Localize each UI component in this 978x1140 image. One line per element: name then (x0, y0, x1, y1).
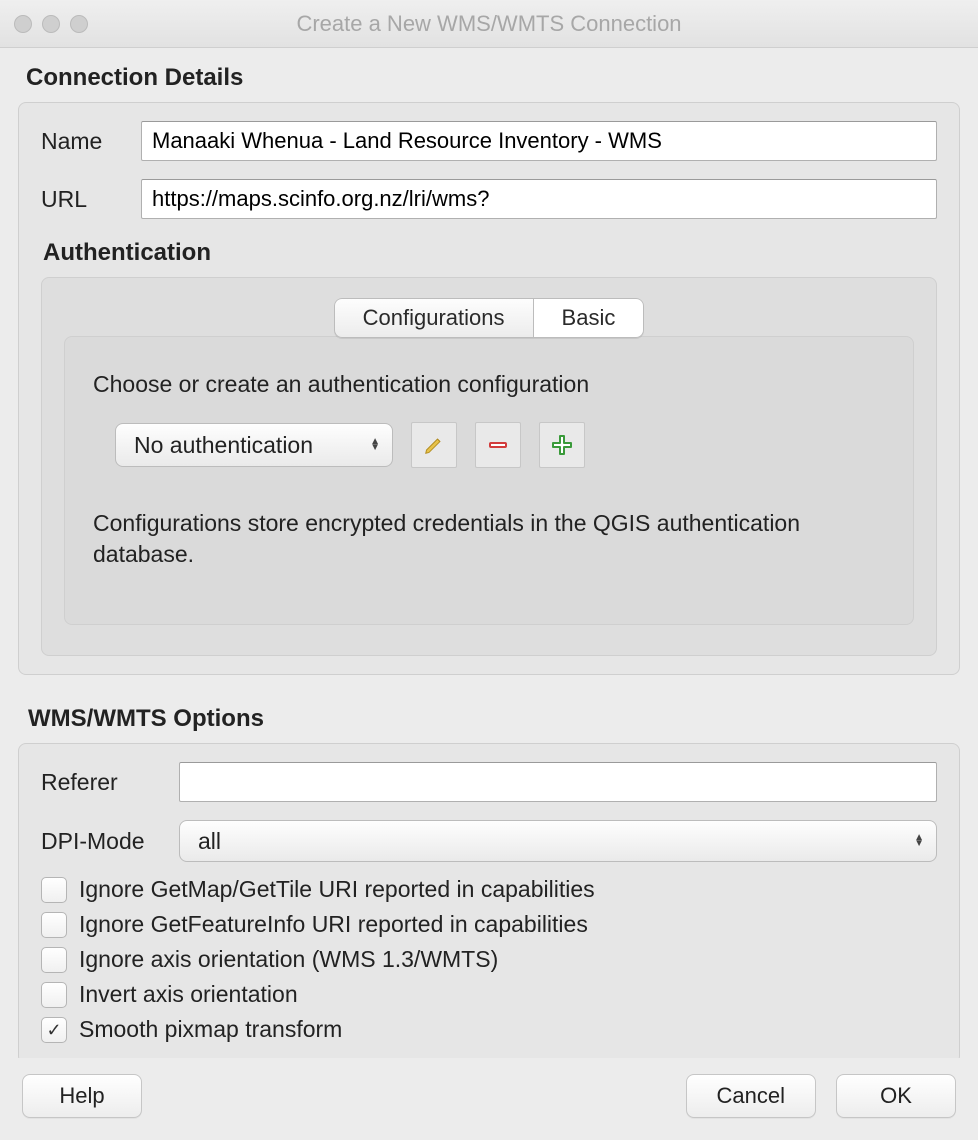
remove-auth-button[interactable] (475, 422, 521, 468)
check-invert-axis[interactable]: ✓ Invert axis orientation (41, 981, 937, 1008)
authentication-panel: Configurations Basic Choose or create an… (41, 277, 937, 656)
auth-config-select[interactable]: No authentication ▲▼ (115, 423, 393, 467)
cancel-button[interactable]: Cancel (686, 1074, 816, 1118)
auth-tabs: Configurations Basic (334, 298, 645, 338)
window-controls (14, 15, 88, 33)
checkbox[interactable]: ✓ (41, 1017, 67, 1043)
url-label: URL (41, 186, 141, 213)
checkbox[interactable]: ✓ (41, 877, 67, 903)
dialog-content: Connection Details Name URL Authenticati… (0, 48, 978, 1058)
tab-configurations[interactable]: Configurations (334, 298, 533, 338)
window-title: Create a New WMS/WMTS Connection (0, 11, 978, 37)
dpi-mode-label: DPI-Mode (41, 828, 179, 855)
options-heading: WMS/WMTS Options (28, 705, 960, 733)
authentication-heading: Authentication (43, 239, 937, 267)
add-auth-button[interactable] (539, 422, 585, 468)
name-label: Name (41, 128, 141, 155)
check-smooth-pixmap[interactable]: ✓ Smooth pixmap transform (41, 1016, 937, 1043)
check-label: Invert axis orientation (79, 981, 298, 1008)
dpi-mode-select[interactable]: all ▲▼ (179, 820, 937, 862)
checkbox[interactable]: ✓ (41, 947, 67, 973)
referer-label: Referer (41, 769, 179, 796)
auth-config-selected: No authentication (134, 432, 313, 459)
check-label: Ignore axis orientation (WMS 1.3/WMTS) (79, 946, 498, 973)
check-ignore-getfeatureinfo[interactable]: ✓ Ignore GetFeatureInfo URI reported in … (41, 911, 937, 938)
options-panel: Referer DPI-Mode all ▲▼ ✓ Ignore GetMap/… (18, 743, 960, 1058)
pencil-icon (423, 434, 445, 456)
dialog-buttonbar: Help Cancel OK (0, 1058, 978, 1140)
name-input[interactable] (141, 121, 937, 161)
dpi-mode-value: all (198, 828, 221, 855)
auth-choose-text: Choose or create an authentication confi… (93, 371, 885, 398)
close-window-icon[interactable] (14, 15, 32, 33)
checkbox[interactable]: ✓ (41, 982, 67, 1008)
ok-button[interactable]: OK (836, 1074, 956, 1118)
url-input[interactable] (141, 179, 937, 219)
connection-details-heading: Connection Details (26, 64, 952, 92)
help-button[interactable]: Help (22, 1074, 142, 1118)
referer-input[interactable] (179, 762, 937, 802)
check-label: Ignore GetMap/GetTile URI reported in ca… (79, 876, 595, 903)
check-ignore-axis-orientation[interactable]: ✓ Ignore axis orientation (WMS 1.3/WMTS) (41, 946, 937, 973)
zoom-window-icon[interactable] (70, 15, 88, 33)
check-label: Smooth pixmap transform (79, 1016, 342, 1043)
check-ignore-getmap[interactable]: ✓ Ignore GetMap/GetTile URI reported in … (41, 876, 937, 903)
check-label: Ignore GetFeatureInfo URI reported in ca… (79, 911, 588, 938)
auth-note: Configurations store encrypted credentia… (93, 508, 885, 570)
connection-details-panel: Name URL Authentication Configurations B… (18, 102, 960, 675)
minimize-window-icon[interactable] (42, 15, 60, 33)
tab-basic[interactable]: Basic (533, 298, 645, 338)
checkbox[interactable]: ✓ (41, 912, 67, 938)
auth-tab-body: Choose or create an authentication confi… (64, 336, 914, 625)
edit-auth-button[interactable] (411, 422, 457, 468)
titlebar: Create a New WMS/WMTS Connection (0, 0, 978, 48)
updown-icon: ▲▼ (914, 835, 924, 847)
plus-icon (550, 433, 574, 457)
updown-icon: ▲▼ (370, 439, 380, 451)
minus-icon (486, 433, 510, 457)
